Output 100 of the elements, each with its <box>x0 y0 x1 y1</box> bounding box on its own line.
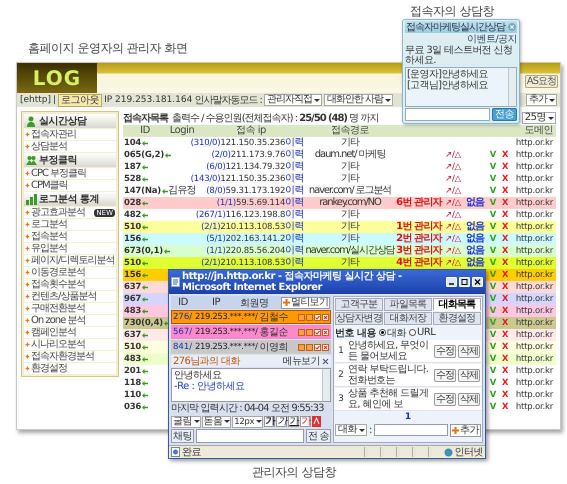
format-button[interactable]: 가 <box>264 416 276 427</box>
reject-mark[interactable]: X <box>499 209 511 221</box>
history-link[interactable]: 이력 <box>285 185 304 197</box>
sidebar-item[interactable]: CPC 부정클릭 <box>24 168 116 179</box>
sidebar-item[interactable]: CPM클릭 <box>24 180 116 191</box>
history-link[interactable]: 이력 <box>285 245 304 257</box>
check-icon[interactable] <box>314 314 321 320</box>
history-link[interactable]: 이력 <box>285 161 304 173</box>
multi-view-button[interactable]: 멀티보기 <box>281 296 330 308</box>
add-button[interactable]: 추가 <box>450 424 481 436</box>
sidebar-item[interactable]: 환경설정 <box>24 363 116 374</box>
reject-mark[interactable]: X <box>499 185 511 197</box>
check-icon[interactable] <box>314 344 321 350</box>
check-icon[interactable] <box>314 328 321 336</box>
sidebar-item[interactable]: On zone 분석 <box>24 315 116 326</box>
user-row[interactable]: 276/ 219.253.***.***/ 김철수 <box>171 310 331 324</box>
tab[interactable]: 대화저장 <box>384 312 432 325</box>
reject-mark[interactable]: X <box>499 353 511 365</box>
history-link[interactable]: 이력 <box>285 149 304 161</box>
sidebar-item[interactable]: 접속자환경분석 <box>24 351 116 362</box>
sidebar-item[interactable]: 시나리오분석 <box>24 339 116 350</box>
edit-button[interactable]: 수정 <box>434 344 456 358</box>
font-size-dropdown[interactable]: 12px <box>232 416 264 428</box>
history-link[interactable]: 이력 <box>285 233 304 245</box>
as-request-button[interactable]: AS요청 <box>524 75 558 88</box>
message-field[interactable] <box>405 108 490 121</box>
send-button[interactable]: 전 송 <box>306 429 331 443</box>
reject-mark[interactable]: X <box>499 173 511 185</box>
history-link[interactable]: 이력 <box>285 197 304 209</box>
scrollbar[interactable] <box>508 68 516 106</box>
target-dropdown[interactable]: 대화안한 사람 <box>324 94 394 106</box>
reject-mark[interactable]: X <box>499 161 511 173</box>
user-row[interactable]: 567/ 219.253.***.***/ 홍길순 <box>171 325 331 339</box>
sidebar-item[interactable]: 접속자관리 <box>24 129 116 140</box>
menu-link[interactable]: 메뉴보기 <box>282 354 320 368</box>
history-link[interactable]: 이력 <box>285 257 304 269</box>
type-dropdown[interactable]: 대화 <box>335 424 367 436</box>
delete-button[interactable]: 삭제 <box>458 344 480 358</box>
tab[interactable]: 상담자변경 <box>335 312 384 325</box>
sidebar-item[interactable]: 로그분석 <box>24 219 116 230</box>
sidebar-item[interactable]: 상담분석 <box>24 141 116 152</box>
sidebar-item[interactable]: 캠페인분석 <box>24 327 116 338</box>
close-icon[interactable] <box>322 358 329 364</box>
reject-mark[interactable]: X <box>499 149 511 161</box>
delete-button[interactable]: 삭제 <box>458 392 480 406</box>
tab[interactable]: 파일목록 <box>384 298 432 311</box>
add-dropdown[interactable]: 추가 <box>526 94 557 106</box>
close-icon[interactable] <box>322 328 329 336</box>
history-link[interactable]: 이력 <box>285 137 304 149</box>
close-icon[interactable] <box>322 344 329 350</box>
notice-link[interactable]: 이벤트/공지 <box>467 34 517 45</box>
color-icon[interactable] <box>312 416 322 427</box>
sidebar-item[interactable]: 구매전환분석 <box>24 303 116 314</box>
sidebar-item[interactable]: 접속횟수분석 <box>24 279 116 290</box>
format-button[interactable]: 가 <box>276 416 288 427</box>
separator: | <box>53 95 56 105</box>
reject-mark[interactable]: X <box>499 365 511 377</box>
user-row[interactable]: 841/ 219.253.***.***/ 이영희 <box>171 340 331 354</box>
font-dropdown[interactable]: 굴림 <box>171 416 201 428</box>
radio-option[interactable]: URL <box>409 327 436 338</box>
greeting-mode-dropdown[interactable]: 관리자직접 <box>264 94 322 106</box>
sidebar-item[interactable]: 이동경로분석 <box>24 267 116 278</box>
reject-mark[interactable]: X <box>499 389 511 401</box>
edit-button[interactable]: 수정 <box>434 392 456 406</box>
reject-mark[interactable]: X <box>499 221 511 233</box>
tab[interactable]: 고객구분 <box>335 298 383 311</box>
sidebar-item[interactable]: 유입분석 <box>24 243 116 254</box>
tab[interactable]: 대화목록 <box>433 298 481 311</box>
reject-mark[interactable]: X <box>499 329 511 341</box>
maximize-button[interactable] <box>459 277 470 287</box>
history-link[interactable]: 이력 <box>285 221 304 233</box>
sidebar-item[interactable]: 접속분석 <box>24 231 116 242</box>
format-button[interactable]: 가 <box>288 416 300 427</box>
close-button[interactable] <box>472 277 483 287</box>
history-link[interactable]: 이력 <box>285 209 304 221</box>
radio-option[interactable]: 대화 <box>379 326 406 340</box>
close-icon[interactable] <box>322 314 329 320</box>
sidebar-item[interactable]: 페이지/디렉토리분석 <box>24 255 116 266</box>
history-link[interactable]: 이력 <box>285 173 304 185</box>
reject-mark[interactable]: X <box>499 233 511 245</box>
font-dropdown[interactable]: 돋움 <box>202 416 232 428</box>
reject-mark[interactable]: X <box>499 245 511 257</box>
sidebar-item[interactable]: 컨텐츠/상품분석 <box>24 291 116 302</box>
reject-mark[interactable]: X <box>499 341 511 353</box>
mode-button[interactable]: 채팅 <box>171 429 194 443</box>
page-size-dropdown[interactable]: 25명 <box>522 112 556 124</box>
edit-button[interactable]: 수정 <box>434 368 456 382</box>
delete-button[interactable]: 삭제 <box>458 368 480 382</box>
phrase-field[interactable] <box>374 424 448 436</box>
reject-mark[interactable]: X <box>499 377 511 389</box>
reject-mark[interactable]: X <box>499 281 511 293</box>
message-field[interactable] <box>196 429 304 443</box>
page-link[interactable]: 1 <box>404 412 412 422</box>
reject-mark[interactable]: X <box>499 257 511 269</box>
tab[interactable]: 환경설정 <box>433 312 482 325</box>
scrollbar[interactable] <box>322 369 330 401</box>
format-button[interactable]: 가 <box>300 416 312 427</box>
logout-button[interactable]: 로그아웃 <box>58 94 102 106</box>
minimize-button[interactable] <box>446 277 457 287</box>
reject-mark[interactable]: X <box>499 401 511 413</box>
